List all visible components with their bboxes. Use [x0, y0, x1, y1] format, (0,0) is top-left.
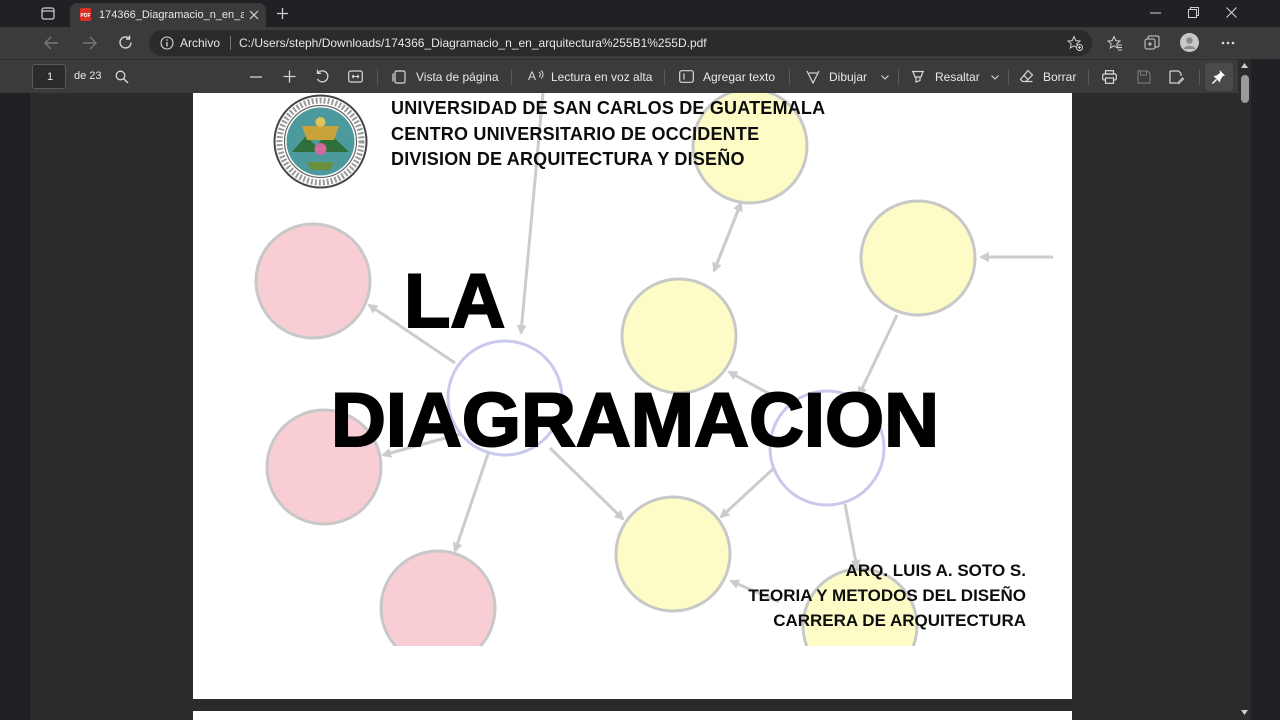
add-text-button[interactable]: Agregar texto	[703, 70, 775, 84]
diagram-arrow	[712, 202, 743, 273]
vertical-scrollbar[interactable]	[1238, 59, 1251, 720]
tab-pdf[interactable]: PDF 174366_Diagramacio_n_en_arqui	[70, 3, 266, 27]
diagram-arrow	[719, 467, 775, 519]
title-line-1: LA	[403, 258, 506, 345]
fit-page-icon[interactable]	[348, 70, 363, 83]
refresh-icon[interactable]	[118, 35, 133, 50]
diagram-node-red	[379, 549, 497, 646]
zoom-out-icon[interactable]	[250, 76, 262, 78]
more-menu-icon[interactable]	[1221, 41, 1235, 45]
svg-text:PDF: PDF	[81, 13, 91, 19]
toolbar-divider	[511, 69, 512, 85]
close-tab-icon[interactable]	[249, 10, 259, 20]
header-line-division: DIVISION DE ARQUITECTURA Y DISEÑO	[391, 149, 745, 169]
svg-text:A: A	[528, 69, 536, 83]
collections-icon[interactable]	[1144, 35, 1160, 51]
pdf-toolbar: de 23 Vista de página A Lectura en voz a…	[0, 59, 1280, 93]
toolbar-divider	[1008, 69, 1009, 85]
tab-title: 174366_Diagramacio_n_en_arqui	[99, 9, 244, 21]
erase-button[interactable]: Borrar	[1043, 70, 1076, 84]
page-number-input[interactable]	[32, 64, 66, 89]
university-seal-logo	[272, 94, 369, 189]
tab-strip: PDF 174366_Diagramacio_n_en_arqui	[0, 0, 1280, 27]
highlight-button[interactable]: Resaltar	[935, 70, 980, 84]
title-line-2: DIAGRAMACION	[330, 377, 940, 464]
draw-icon[interactable]	[806, 70, 820, 84]
toolbar-divider	[377, 69, 378, 85]
pdf-page: UNIVERSIDAD DE SAN CARLOS DE GUATEMALA C…	[193, 93, 1072, 699]
page-view-icon[interactable]	[392, 70, 406, 84]
restore-icon[interactable]	[1188, 7, 1199, 18]
toolbar-divider	[1088, 69, 1089, 85]
new-tab-icon[interactable]	[276, 7, 289, 20]
scrollbar-thumb[interactable]	[1241, 75, 1249, 103]
tab-actions-icon[interactable]	[41, 7, 55, 20]
minimize-icon[interactable]	[1150, 12, 1161, 14]
close-window-icon[interactable]	[1226, 7, 1237, 18]
chevron-down-icon[interactable]	[881, 75, 889, 80]
scroll-down-icon[interactable]	[1241, 710, 1248, 715]
save-as-icon[interactable]	[1169, 70, 1184, 84]
page-view-button[interactable]: Vista de página	[416, 70, 499, 84]
favorites-icon[interactable]	[1107, 35, 1123, 51]
info-icon[interactable]	[160, 36, 174, 50]
zoom-in-icon[interactable]	[283, 70, 296, 83]
diagram-arrow	[843, 503, 861, 570]
address-bar: Archivo C:/Users/steph/Downloads/174366_…	[0, 27, 1280, 59]
read-aloud-icon[interactable]: A	[528, 69, 544, 84]
footer-course: TEORIA Y METODOS DEL DISEÑO	[748, 586, 1026, 605]
back-icon[interactable]	[44, 36, 59, 50]
save-icon[interactable]	[1137, 70, 1151, 84]
pdf-page-next	[193, 711, 1072, 720]
print-icon[interactable]	[1102, 70, 1117, 84]
highlight-icon[interactable]	[911, 70, 925, 84]
diagram-node-yellow	[859, 199, 977, 317]
pin-toolbar-icon[interactable]	[1205, 63, 1233, 91]
profile-avatar-icon[interactable]	[1180, 33, 1199, 52]
add-favorite-icon[interactable]	[1067, 35, 1083, 51]
url-scheme-label: Archivo	[180, 36, 221, 50]
diagram-node-red	[254, 222, 372, 340]
chevron-down-icon[interactable]	[991, 75, 999, 80]
window-edge	[1251, 59, 1280, 720]
add-text-icon[interactable]	[679, 70, 694, 83]
url-bar[interactable]: Archivo C:/Users/steph/Downloads/174366_…	[149, 30, 1092, 56]
toolbar-divider	[664, 69, 665, 85]
scroll-up-icon[interactable]	[1241, 63, 1248, 68]
toolbar-divider	[1199, 69, 1200, 85]
url-divider	[230, 36, 231, 50]
footer-author: ARQ. LUIS A. SOTO S.	[845, 561, 1026, 580]
footer-program: CARRERA DE ARQUITECTURA	[773, 611, 1026, 630]
toolbar-divider	[898, 69, 899, 85]
diagram-node-yellow	[620, 277, 738, 395]
draw-button[interactable]: Dibujar	[829, 70, 867, 84]
diagram-node-yellow	[614, 495, 732, 613]
rotate-icon[interactable]	[315, 69, 330, 84]
eraser-icon[interactable]	[1019, 69, 1034, 84]
read-aloud-button[interactable]: Lectura en voz alta	[551, 70, 652, 84]
header-line-university: UNIVERSIDAD DE SAN CARLOS DE GUATEMALA	[391, 98, 826, 118]
pdf-icon: PDF	[79, 8, 92, 21]
toolbar-divider	[789, 69, 790, 85]
header-line-center: CENTRO UNIVERSITARIO DE OCCIDENTE	[391, 124, 760, 144]
page-total: de 23	[74, 70, 102, 82]
url-text[interactable]: C:/Users/steph/Downloads/174366_Diagrama…	[239, 36, 707, 50]
forward-icon[interactable]	[82, 36, 97, 50]
search-icon[interactable]	[115, 70, 129, 84]
diagram-arrow	[452, 450, 491, 553]
